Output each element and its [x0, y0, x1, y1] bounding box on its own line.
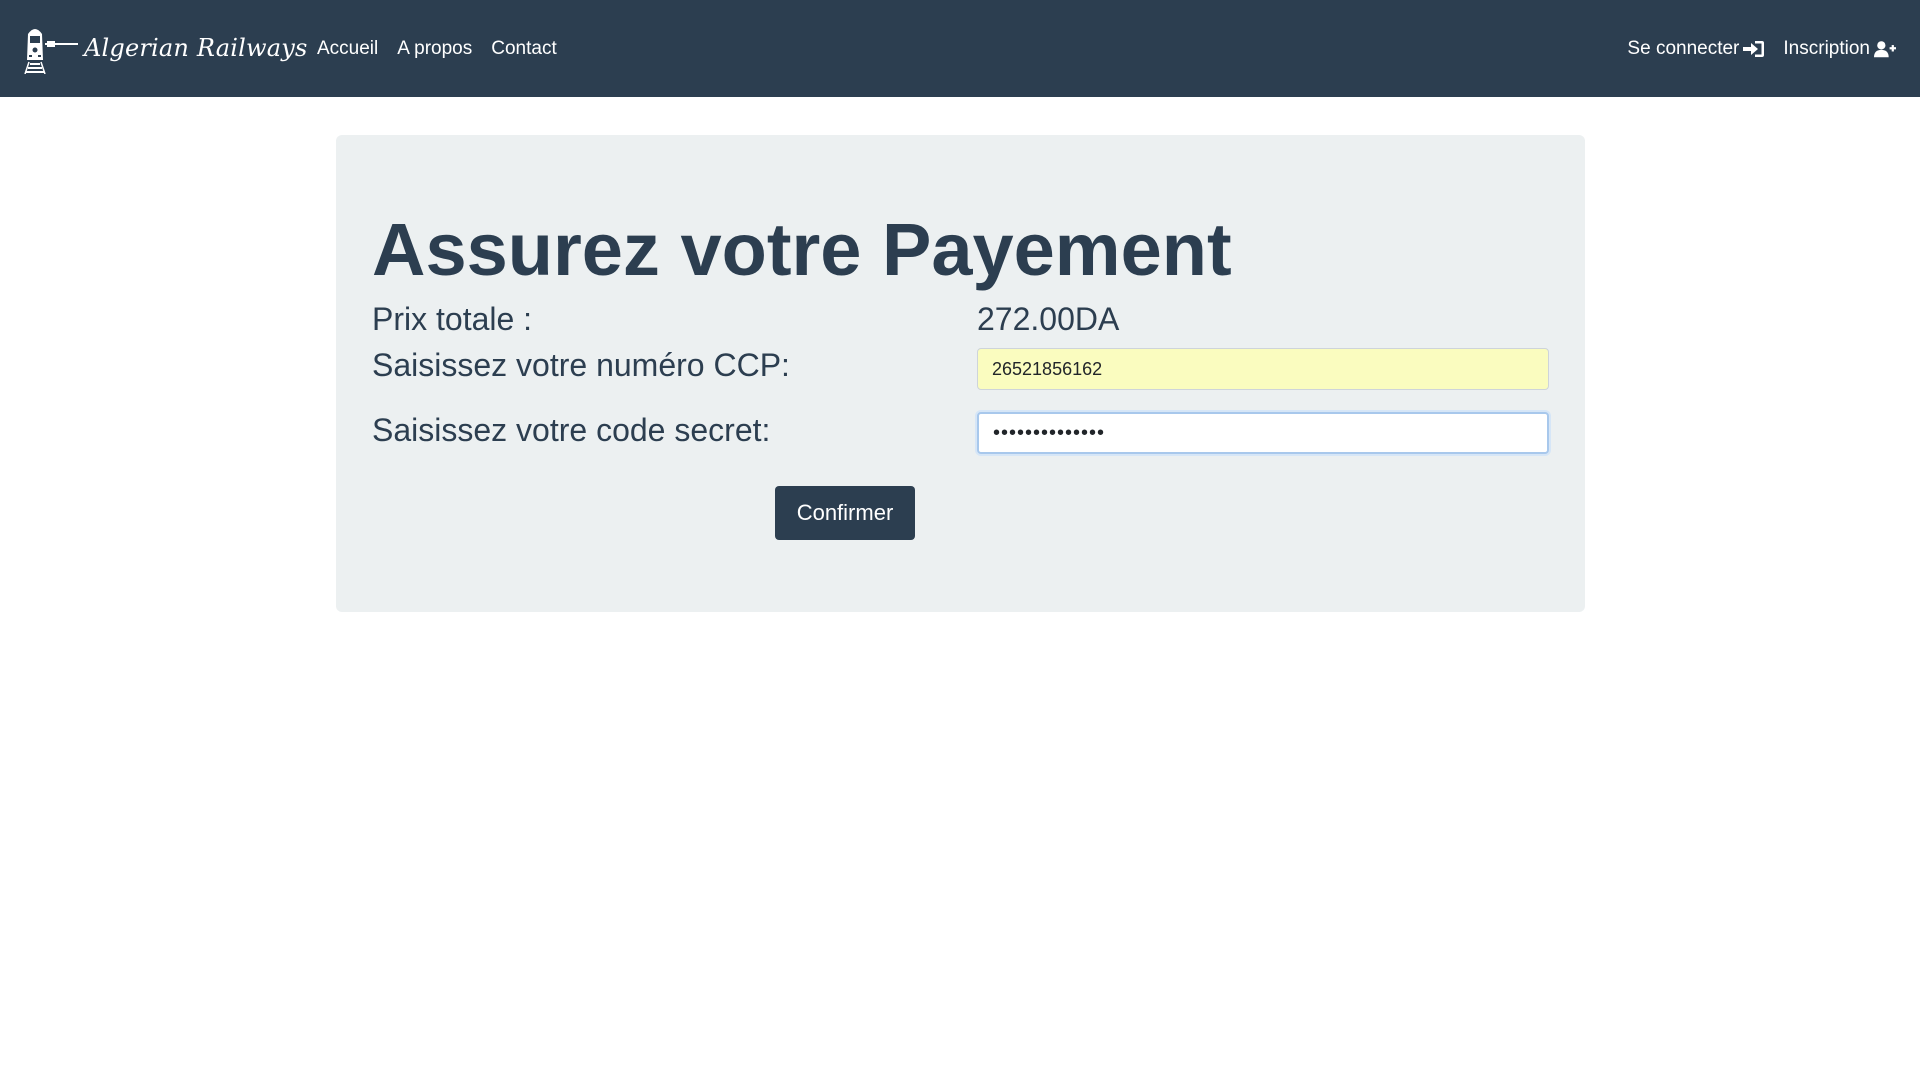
nav-link-accueil[interactable]: Accueil — [317, 38, 378, 60]
main-nav: Accueil A propos Contact — [317, 0, 576, 97]
ccp-label: Saisissez votre numéro CCP: — [372, 347, 790, 383]
signup-label: Inscription — [1783, 37, 1870, 59]
sign-in-icon — [1743, 40, 1765, 57]
user-plus-icon — [1874, 40, 1896, 57]
login-link[interactable]: Se connecter — [1627, 38, 1765, 60]
secret-label: Saisissez votre code secret: — [372, 412, 771, 448]
nav-link-contact[interactable]: Contact — [491, 38, 556, 60]
ccp-input[interactable] — [977, 348, 1549, 390]
signup-link[interactable]: Inscription — [1783, 38, 1896, 60]
confirm-button[interactable]: Confirmer — [775, 486, 915, 540]
login-label: Se connecter — [1627, 37, 1740, 59]
navbar: Algerian Railways Accueil A propos Conta… — [0, 0, 1920, 97]
train-icon — [24, 29, 78, 74]
page-title: Assurez votre Payement — [372, 208, 1232, 291]
payment-panel: Assurez votre Payement Prix totale : 272… — [336, 135, 1585, 612]
brand-name: Algerian Railways — [84, 34, 308, 62]
price-label: Prix totale : — [372, 301, 533, 337]
price-value: 272.00DA — [977, 301, 1120, 337]
auth-nav: Se connecter Inscription — [1609, 0, 1896, 97]
nav-link-a-propos[interactable]: A propos — [397, 38, 472, 60]
secret-code-input[interactable] — [977, 412, 1549, 454]
brand-link[interactable]: Algerian Railways — [20, 22, 308, 74]
